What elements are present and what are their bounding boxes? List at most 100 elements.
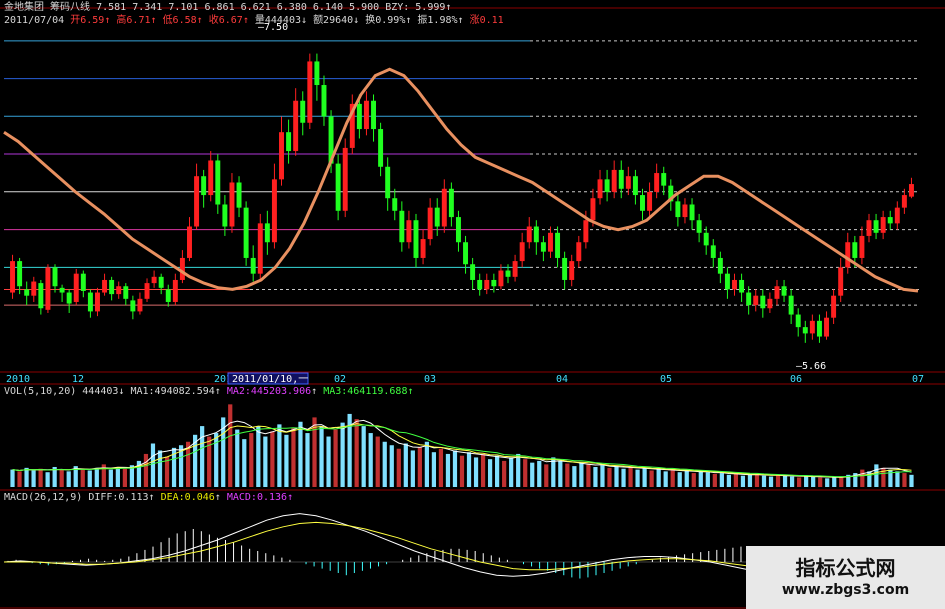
- volume-bar: [544, 464, 549, 487]
- volume-bar: [902, 473, 907, 487]
- candle-body: [604, 179, 610, 192]
- candle-body: [413, 220, 419, 258]
- watermark: 指标公式网 www.zbgs3.com: [746, 546, 945, 609]
- quote-date: 2011/07/04: [4, 15, 65, 26]
- candle-body: [187, 226, 192, 258]
- candle-body: [717, 257, 723, 274]
- volume-bar: [480, 453, 486, 487]
- macd-dea: DEA:0.046: [160, 492, 215, 503]
- volume-bar: [782, 475, 788, 487]
- volume-bar: [45, 472, 50, 487]
- candle-body: [788, 295, 794, 315]
- candle-body: [222, 204, 228, 227]
- volume-bar: [333, 429, 338, 487]
- volume-bar: [94, 467, 99, 487]
- volume-bar: [368, 433, 373, 487]
- x-tick-label: 2010: [6, 374, 30, 385]
- candle-body: [675, 201, 681, 218]
- candle-body: [208, 160, 214, 196]
- candle-body: [746, 292, 752, 306]
- indicator-name: 筹码八线: [50, 2, 91, 13]
- volume-value: 量444403: [254, 15, 301, 26]
- candle-body: [547, 232, 553, 252]
- volume-bar: [818, 477, 823, 487]
- volume-bar: [516, 453, 521, 487]
- low-annotation: —5.66: [796, 361, 826, 372]
- up-arrow-icon: ↑: [287, 492, 294, 503]
- candle-body: [130, 300, 136, 312]
- up-arrow-icon: ↑: [214, 386, 221, 397]
- volume-bar: [249, 433, 254, 487]
- candle-body: [279, 132, 284, 180]
- level-8: 5.900: [349, 2, 380, 13]
- level-5: 6.621: [240, 2, 271, 13]
- candle-body: [562, 257, 568, 280]
- volume-bar: [242, 439, 247, 487]
- candle-body: [455, 217, 461, 243]
- volume-bar: [502, 460, 507, 487]
- candle-body: [696, 220, 702, 233]
- volume-bar: [438, 448, 444, 487]
- volume-current: 444403: [82, 386, 119, 397]
- candle-body: [66, 292, 72, 304]
- volume-bar: [874, 464, 879, 487]
- candle-body: [392, 198, 398, 211]
- candle-body: [555, 232, 561, 258]
- change-value: 涨0.11: [469, 15, 504, 26]
- volume-bar: [298, 421, 303, 487]
- volume-bar: [326, 436, 331, 487]
- candle-body: [831, 295, 837, 318]
- volume-bar: [747, 474, 753, 487]
- volume-bar: [319, 426, 324, 487]
- volume-bar: [600, 465, 605, 487]
- volume-bar: [607, 467, 612, 487]
- volume-bar: [284, 434, 289, 487]
- volume-bar: [712, 473, 717, 487]
- volume-bar: [565, 463, 570, 487]
- ma-line: [3, 67, 919, 293]
- candle-body: [491, 279, 497, 287]
- candle-body: [109, 279, 115, 295]
- candle-body: [618, 169, 624, 189]
- volume-bar: [726, 474, 731, 487]
- candle-body: [257, 223, 263, 274]
- candle-body: [625, 176, 631, 189]
- candle-body: [908, 184, 914, 197]
- x-tick-label: 03: [424, 374, 436, 385]
- candle-body: [767, 298, 773, 309]
- x-tick-label: 02: [334, 374, 346, 385]
- volume-bar: [424, 441, 429, 487]
- candle-body: [300, 100, 306, 123]
- candle-body: [505, 270, 511, 277]
- volume-bar: [340, 422, 345, 487]
- volume-bar: [38, 468, 43, 487]
- candle-body: [378, 129, 384, 167]
- candle-body: [540, 242, 546, 252]
- volume-bar: [445, 453, 451, 487]
- candle-body: [31, 281, 37, 296]
- candle-body: [151, 276, 157, 284]
- volume-bar: [530, 462, 535, 487]
- candle-body: [194, 176, 200, 227]
- macd-header: MACD(26,12,9) DIFF:0.113↑ DEA:0.046↑ MAC…: [4, 492, 293, 504]
- macd-value: MACD:0.136: [226, 492, 288, 503]
- volume-indicator-name: VOL(5,10,20): [4, 386, 77, 397]
- candle-body: [498, 270, 504, 287]
- candle-body: [866, 220, 872, 236]
- volume-bar: [361, 426, 366, 487]
- candle-body: [682, 204, 688, 218]
- volume-bar: [59, 469, 64, 487]
- volume-bar: [66, 471, 71, 487]
- up-arrow-icon: ↑: [407, 386, 414, 397]
- candle-body: [533, 226, 539, 243]
- x-tick-label: 05: [660, 374, 672, 385]
- candle-body: [689, 204, 695, 221]
- volume-bar: [431, 452, 437, 487]
- volume-bar: [670, 469, 675, 487]
- candle-body: [80, 273, 86, 291]
- candle-body: [356, 103, 362, 130]
- volume-bar: [825, 478, 830, 487]
- open-price: 开6.59: [70, 15, 105, 26]
- candle-body: [739, 279, 745, 293]
- volume-bar: [635, 469, 640, 487]
